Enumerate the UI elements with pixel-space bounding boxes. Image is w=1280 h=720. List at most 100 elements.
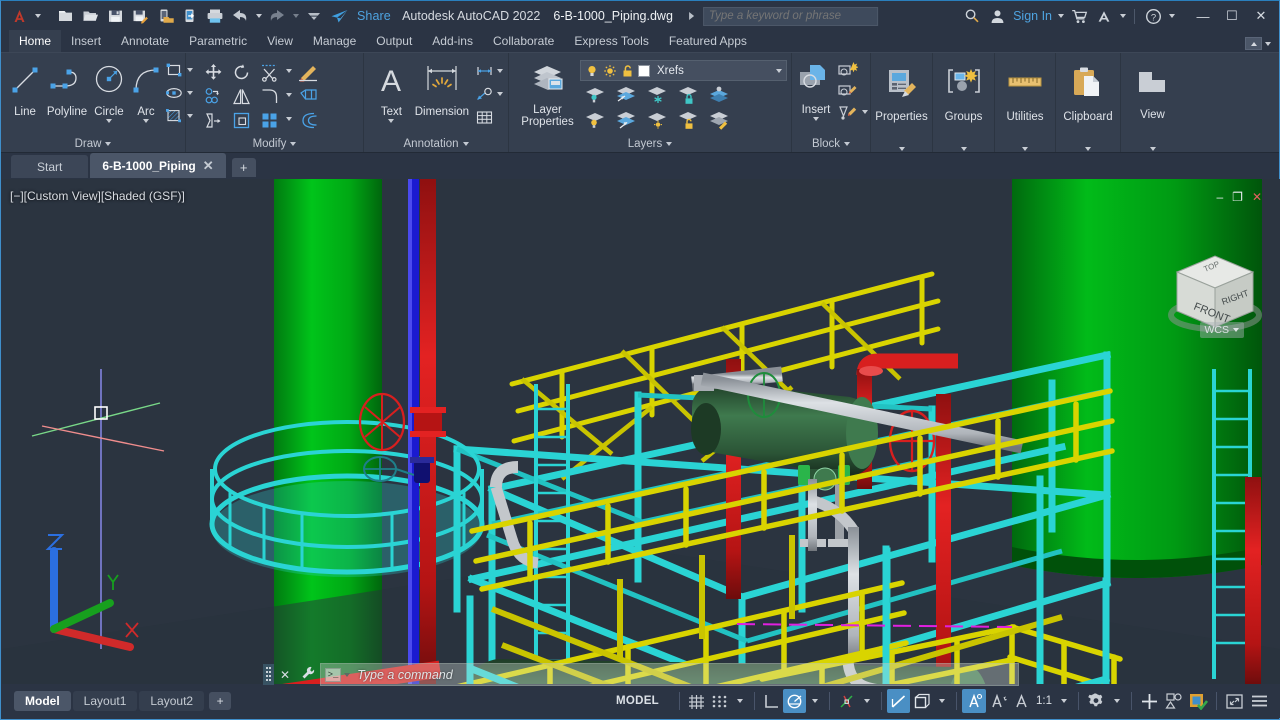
redo-icon[interactable]	[265, 4, 289, 28]
create-block-icon[interactable]	[836, 59, 860, 80]
view-button[interactable]: View	[1124, 63, 1182, 121]
arc-dropdown-icon[interactable]	[143, 119, 149, 123]
layer-on-icon[interactable]	[580, 108, 610, 131]
customization-menu-icon[interactable]	[1247, 689, 1272, 713]
arc-button[interactable]: Arc	[129, 58, 163, 123]
hardware-acceleration-icon[interactable]	[1186, 689, 1211, 713]
layer-lock-icon[interactable]	[673, 83, 703, 106]
account-dropdown-icon[interactable]	[1055, 4, 1066, 28]
new-layout-button[interactable]: +	[209, 692, 231, 710]
ucs-status-icon[interactable]	[910, 689, 933, 713]
leader-dropdown-icon[interactable]	[495, 83, 504, 105]
app-menu-dropdown[interactable]	[32, 4, 43, 28]
share-icon[interactable]	[327, 4, 351, 28]
workspace-dropdown-icon[interactable]	[1108, 689, 1126, 713]
layout-tab-layout2[interactable]: Layout2	[139, 691, 204, 711]
viewport-close-icon[interactable]: ✕	[1252, 190, 1262, 204]
trim-icon[interactable]	[256, 60, 282, 84]
layer-properties-button[interactable]: LayerProperties	[515, 58, 580, 128]
apps-dropdown-icon[interactable]	[1117, 4, 1128, 28]
explode-icon[interactable]	[295, 84, 321, 108]
ribbon-tab-parametric[interactable]: Parametric	[179, 30, 257, 52]
hatch-icon[interactable]	[163, 105, 185, 127]
ucs-dropdown-icon[interactable]	[933, 689, 951, 713]
ribbon-tab-express-tools[interactable]: Express Tools	[564, 30, 658, 52]
wrench-icon[interactable]	[296, 666, 320, 684]
layer-color-swatch[interactable]	[638, 65, 650, 77]
saveas-icon[interactable]	[128, 4, 152, 28]
save-to-web-icon[interactable]	[178, 4, 202, 28]
layout-tab-model[interactable]: Model	[14, 691, 71, 711]
scale-icon[interactable]	[228, 108, 254, 132]
edit-attribute-icon[interactable]	[836, 102, 860, 123]
fillet-icon[interactable]	[256, 84, 282, 108]
layer-freeze-snowflake-icon[interactable]	[642, 83, 672, 106]
dimension-button[interactable]: Dimension	[411, 58, 473, 118]
ellipse-icon[interactable]	[163, 82, 185, 104]
ribbon-tab-output[interactable]: Output	[366, 30, 422, 52]
ribbon-tab-insert[interactable]: Insert	[61, 30, 111, 52]
layer-delete-icon[interactable]	[704, 108, 734, 131]
command-input-area[interactable]: >_ Type a command	[320, 663, 1019, 686]
insert-dropdown-icon[interactable]	[813, 117, 819, 121]
ribbon-tab-manage[interactable]: Manage	[303, 30, 366, 52]
layer-thaw-icon[interactable]	[642, 108, 672, 131]
autodesk-apps-icon[interactable]	[1092, 4, 1116, 28]
user-avatar-icon[interactable]	[985, 4, 1009, 28]
polyline-button[interactable]: Polyline	[45, 58, 89, 118]
search-input[interactable]	[703, 7, 878, 26]
rotate-icon[interactable]	[228, 60, 254, 84]
panel-title-annotation[interactable]: Annotation	[364, 135, 508, 152]
drawing-canvas[interactable]: [−][Custom View][Shaded (GSF)] – ❐ ✕ FRO…	[2, 179, 1280, 685]
workspace-switching-icon[interactable]	[1084, 689, 1108, 713]
polar-dropdown-icon[interactable]	[806, 689, 824, 713]
line-button[interactable]: Line	[5, 58, 45, 118]
close-button[interactable]: ✕	[1247, 4, 1275, 28]
stretch-icon[interactable]	[200, 108, 226, 132]
ribbon-tab-collaborate[interactable]: Collaborate	[483, 30, 564, 52]
erase-icon[interactable]	[295, 60, 321, 84]
viewport-minimize-icon[interactable]: –	[1216, 190, 1223, 204]
viewport-restore-icon[interactable]: ❐	[1232, 190, 1243, 204]
layer-freeze-icon[interactable]	[611, 83, 641, 106]
wcs-dropdown-icon[interactable]	[1233, 328, 1239, 332]
annotation-scale-value[interactable]: 1:1	[1033, 695, 1055, 707]
close-icon[interactable]: ✕	[203, 158, 214, 174]
model-space-toggle[interactable]: MODEL	[601, 689, 674, 713]
array-icon[interactable]	[256, 108, 282, 132]
current-layer-combo[interactable]: Xrefs	[580, 60, 787, 81]
app-menu-icon[interactable]	[7, 4, 31, 28]
command-history-dropdown-icon[interactable]	[344, 673, 350, 677]
panel-title-modify[interactable]: Modify	[186, 135, 363, 152]
undo-dropdown[interactable]	[253, 4, 264, 28]
scale-dropdown-icon[interactable]	[1055, 689, 1073, 713]
text-button[interactable]: A Text	[372, 58, 411, 123]
wcs-selector[interactable]: WCS	[1200, 322, 1245, 338]
plot-icon[interactable]	[203, 4, 227, 28]
maximize-button[interactable]: ☐	[1218, 4, 1246, 28]
properties-button[interactable]: Properties	[873, 63, 931, 123]
help-dropdown-icon[interactable]	[1166, 4, 1177, 28]
open-icon[interactable]	[78, 4, 102, 28]
clipboard-button[interactable]: Clipboard	[1057, 61, 1119, 123]
layout-tab-layout1[interactable]: Layout1	[73, 691, 138, 711]
panel-title-draw[interactable]: Draw	[1, 135, 185, 152]
trim-dropdown-icon[interactable]	[284, 60, 293, 82]
search-expand-icon[interactable]	[689, 12, 694, 20]
dim-linear-icon[interactable]	[473, 60, 495, 82]
copy-icon[interactable]	[200, 84, 226, 108]
layer-match-icon[interactable]	[611, 108, 641, 131]
file-tab-piping[interactable]: 6-B-1000_Piping ✕	[90, 153, 225, 178]
autodesk-store-icon[interactable]	[1067, 4, 1091, 28]
sign-in-label[interactable]: Sign In	[1013, 9, 1052, 23]
ortho-mode-icon[interactable]	[760, 689, 783, 713]
command-line-close-icon[interactable]: ✕	[274, 668, 296, 682]
viewport-config-label[interactable]: [−][Custom View][Shaded (GSF)]	[10, 189, 185, 203]
offset-icon[interactable]	[295, 108, 321, 132]
edit-block-icon[interactable]	[836, 80, 860, 101]
file-tab-start[interactable]: Start	[11, 155, 88, 178]
object-snap-tracking-icon[interactable]	[887, 689, 910, 713]
array-dropdown-icon[interactable]	[284, 108, 293, 130]
panel-title-layers[interactable]: Layers	[509, 135, 791, 152]
layer-merge-icon[interactable]	[704, 83, 734, 106]
